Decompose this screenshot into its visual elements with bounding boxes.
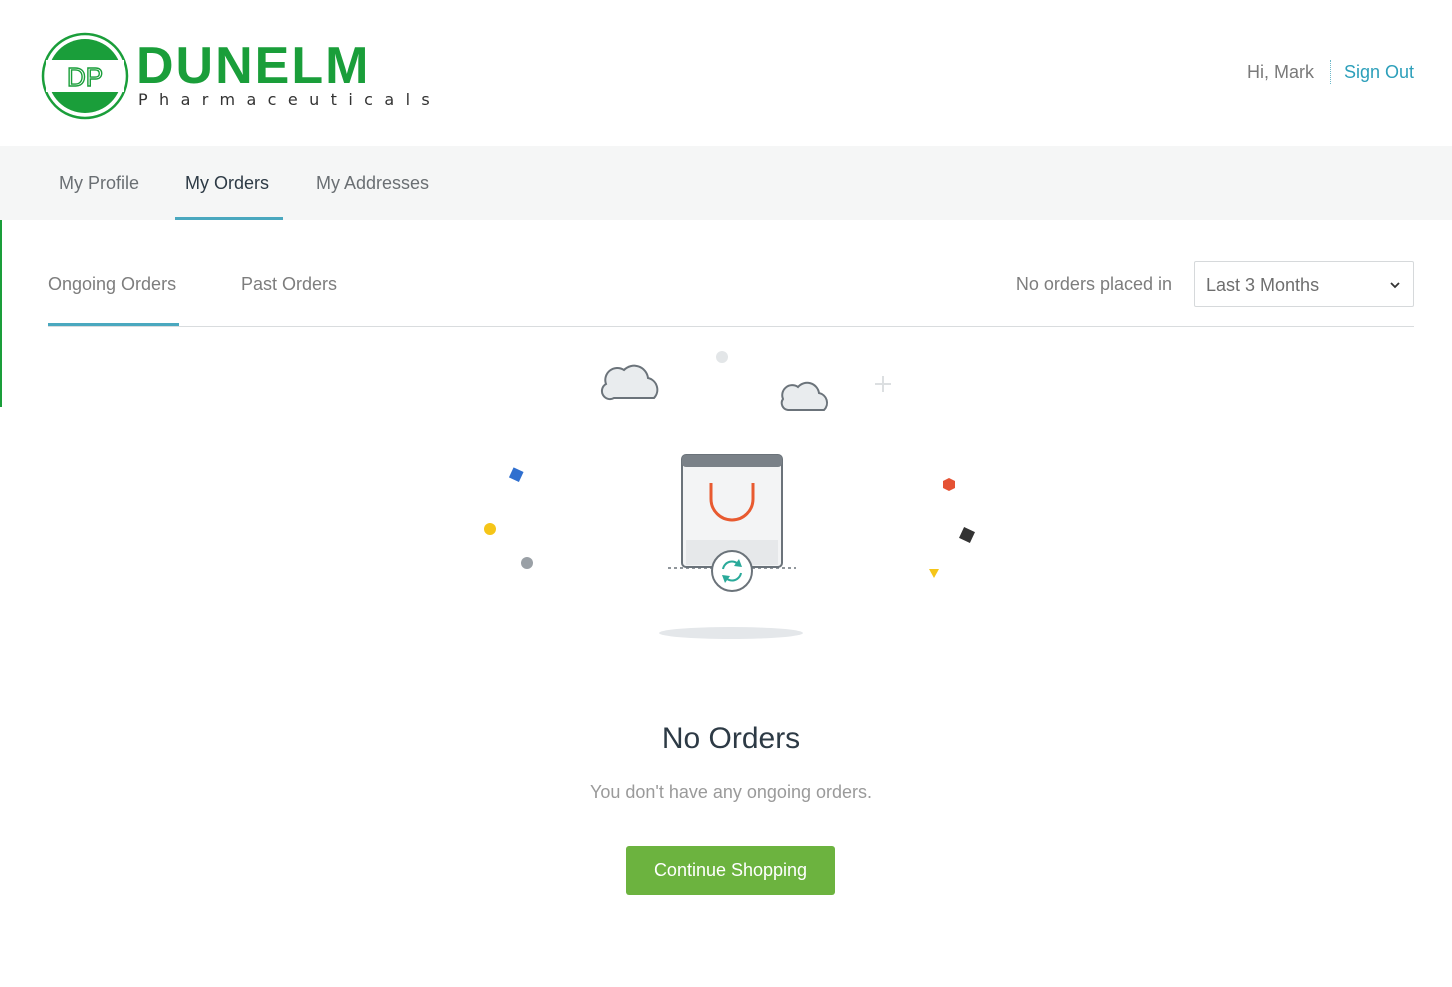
tab-my-profile[interactable]: My Profile <box>59 146 139 220</box>
sign-out-link[interactable]: Sign Out <box>1331 62 1414 83</box>
period-select-value: Last 3 Months <box>1206 275 1320 295</box>
yellow-triangle-decoration <box>929 569 939 578</box>
dot-decoration <box>716 351 728 363</box>
logo-emblem-icon: DP <box>41 32 129 120</box>
gray-dot-decoration <box>521 557 533 569</box>
tab-past-orders[interactable]: Past Orders <box>241 260 337 308</box>
active-subtab-indicator <box>48 323 179 326</box>
logo-tagline: Pharmaceuticals <box>138 90 442 109</box>
brand-logo[interactable]: DP DUNELM Pharmaceuticals <box>40 30 460 124</box>
cloud-icon <box>600 364 659 401</box>
site-header: DP DUNELM Pharmaceuticals Hi, Mark Sign … <box>0 0 1452 146</box>
orders-subtabs: Ongoing Orders Past Orders No orders pla… <box>48 260 1414 327</box>
tab-my-orders[interactable]: My Orders <box>185 146 269 220</box>
user-greeting: Hi, Mark <box>1246 61 1314 82</box>
empty-orders-illustration <box>484 351 975 639</box>
empty-state-message: You don't have any ongoing orders. <box>590 782 872 802</box>
refresh-icon <box>711 550 753 592</box>
left-accent-bar <box>0 212 2 407</box>
account-nav: My Profile My Orders My Addresses <box>0 146 1452 220</box>
bag-shadow <box>659 627 803 639</box>
red-hex-decoration <box>943 478 955 491</box>
continue-shopping-button[interactable]: Continue Shopping <box>626 846 835 895</box>
period-select[interactable]: Last 3 Months <box>1194 261 1414 307</box>
logo-wordmark: DUNELM <box>136 37 371 95</box>
period-filter-label: No orders placed in <box>1015 274 1172 294</box>
empty-state-title: No Orders <box>661 722 801 755</box>
plus-decoration <box>875 376 891 392</box>
tab-ongoing-orders[interactable]: Ongoing Orders <box>48 260 176 308</box>
chevron-down-icon <box>1390 282 1400 289</box>
cloud-icon <box>780 381 829 411</box>
user-area: Hi, Mark Sign Out <box>1247 58 1414 86</box>
active-tab-indicator <box>175 217 283 220</box>
tab-my-addresses[interactable]: My Addresses <box>316 146 429 220</box>
logo-monogram: DP <box>67 62 103 92</box>
yellow-dot-decoration <box>484 523 496 535</box>
dark-square-decoration <box>959 527 975 543</box>
blue-square-decoration <box>508 467 524 482</box>
